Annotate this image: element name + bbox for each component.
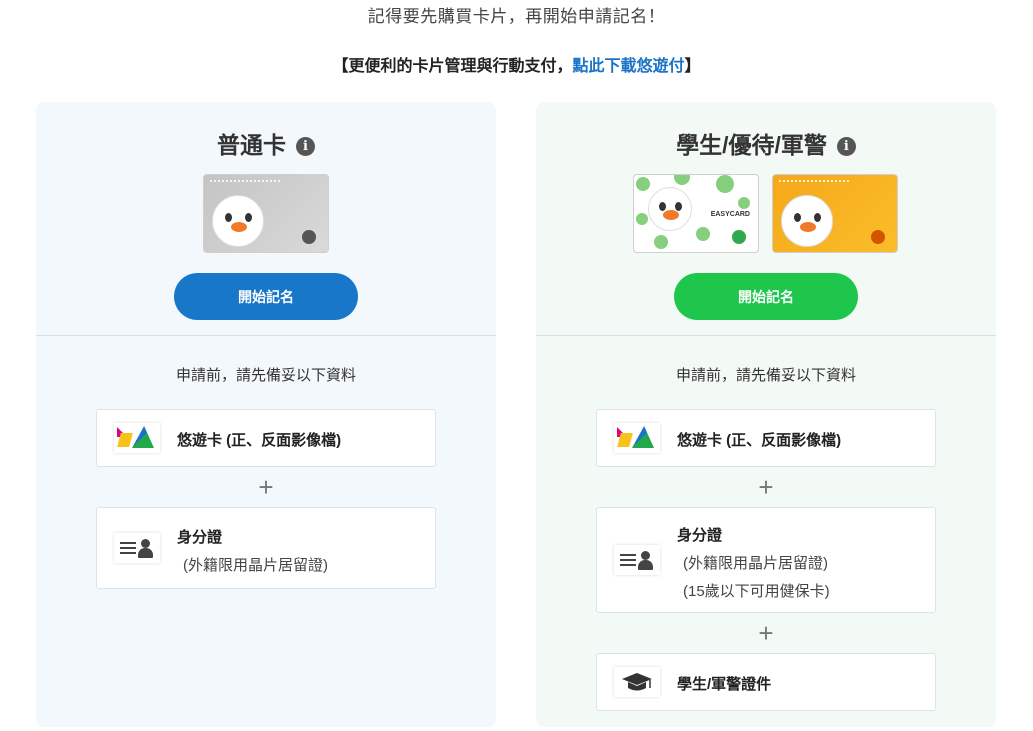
mascot-eye bbox=[225, 213, 232, 222]
logo-yellow bbox=[117, 433, 133, 447]
regular-card-image bbox=[203, 174, 329, 253]
regular-card-title: 普通卡 bbox=[217, 132, 286, 158]
prep-label: 申請前，請先備妥以下資料 bbox=[175, 367, 356, 384]
download-app-link[interactable]: 點此下載悠遊付 bbox=[572, 58, 684, 75]
card-dot bbox=[696, 227, 710, 241]
panel-header: 學生/優待/軍警 i EASYCARD 開始記名 bbox=[536, 102, 996, 336]
card-icon-strip bbox=[779, 180, 849, 188]
easycard-logo-icon bbox=[614, 423, 660, 453]
card-brand-text: EASYCARD bbox=[710, 211, 750, 218]
graduation-cap-icon bbox=[614, 667, 660, 697]
doc-student-id: 學生/軍警證件 bbox=[596, 653, 936, 711]
promo-prefix: 【更便利的卡片管理與行動支付， bbox=[332, 58, 573, 75]
top-note: 記得要先購買卡片，再開始申請記名！ bbox=[367, 7, 666, 26]
doc-sub: (15歲以下可用健保卡) bbox=[683, 583, 830, 600]
doc-title: 身分證 bbox=[177, 529, 223, 546]
student-card-panel: 學生/優待/軍警 i EASYCARD 開始記名 申請前，請先備妥以下資料 悠遊… bbox=[536, 102, 996, 727]
id-head bbox=[141, 539, 150, 548]
mascot-eye bbox=[659, 202, 666, 211]
card-dot bbox=[636, 213, 648, 225]
panel-header: 普通卡 i 開始記名 bbox=[36, 102, 496, 336]
mascot-eye bbox=[675, 202, 682, 211]
card-dot bbox=[654, 235, 668, 249]
panel-title: 普通卡 i bbox=[36, 126, 496, 160]
doc-id-card: 身分證 (外籍限用晶片居留證) (15歲以下可用健保卡) bbox=[596, 507, 936, 613]
student-card-image: EASYCARD bbox=[633, 174, 759, 253]
promo-banner: 【更便利的卡片管理與行動支付，點此下載悠遊付】 bbox=[0, 52, 1033, 76]
card-dot bbox=[738, 197, 750, 209]
doc-sub: (外籍限用晶片居留證) bbox=[683, 555, 828, 572]
mascot-image bbox=[781, 195, 833, 247]
mascot-eye bbox=[814, 213, 821, 222]
plus-icon: + bbox=[758, 472, 774, 502]
start-registration-button[interactable]: 開始記名 bbox=[674, 273, 858, 320]
mascot-beak bbox=[663, 210, 679, 220]
id-card-icon bbox=[114, 533, 160, 563]
panel-title: 學生/優待/軍警 i bbox=[536, 126, 996, 160]
concession-card-image bbox=[772, 174, 898, 253]
doc-id-card: 身分證 (外籍限用晶片居留證) bbox=[96, 507, 436, 589]
doc-easycard: 悠遊卡 (正、反面影像檔) bbox=[96, 409, 436, 467]
card-dot bbox=[716, 175, 734, 193]
mascot-image bbox=[212, 195, 264, 247]
card-dot bbox=[674, 175, 690, 185]
easycard-logo-icon bbox=[114, 423, 160, 453]
id-head bbox=[641, 551, 650, 560]
doc-title: 學生/軍警證件 bbox=[677, 676, 772, 693]
plus-icon: + bbox=[758, 618, 774, 648]
card-badge bbox=[302, 230, 316, 244]
logo-blue-green bbox=[632, 426, 654, 448]
id-lines bbox=[620, 554, 636, 566]
card-icon-strip bbox=[210, 180, 280, 188]
info-icon[interactable]: i bbox=[296, 137, 315, 156]
card-badge bbox=[732, 230, 746, 244]
info-icon[interactable]: i bbox=[836, 137, 856, 156]
doc-title: 身分證 bbox=[677, 527, 723, 544]
promo-suffix: 】 bbox=[684, 58, 701, 75]
card-badge bbox=[871, 230, 885, 244]
mascot-eye bbox=[245, 213, 252, 222]
student-card-title: 學生/優待/軍警 bbox=[676, 132, 827, 158]
doc-easycard: 悠遊卡 (正、反面影像檔) bbox=[596, 409, 936, 467]
mascot-eye bbox=[794, 213, 801, 222]
promo-text: 【更便利的卡片管理與行動支付，點此下載悠遊付】 bbox=[326, 52, 706, 76]
mascot-beak bbox=[800, 222, 816, 232]
mascot-image bbox=[648, 187, 692, 231]
start-registration-button[interactable]: 開始記名 bbox=[174, 273, 358, 320]
doc-sub: (外籍限用晶片居留證) bbox=[183, 557, 328, 574]
regular-card-panel: 普通卡 i 開始記名 申請前，請先備妥以下資料 悠遊卡 (正、反面影像檔) + bbox=[36, 102, 496, 727]
mascot-beak bbox=[231, 222, 247, 232]
id-body bbox=[138, 548, 153, 558]
id-body bbox=[638, 560, 653, 570]
id-lines bbox=[120, 542, 136, 554]
doc-title: 悠遊卡 (正、反面影像檔) bbox=[177, 432, 342, 449]
plus-icon: + bbox=[258, 472, 274, 502]
doc-title: 悠遊卡 (正、反面影像檔) bbox=[677, 432, 842, 449]
logo-blue-green bbox=[132, 426, 154, 448]
logo-yellow bbox=[617, 433, 633, 447]
id-card-icon bbox=[614, 545, 660, 575]
card-dot bbox=[636, 177, 650, 191]
graduation-cap-svg bbox=[622, 673, 652, 691]
prep-label: 申請前，請先備妥以下資料 bbox=[675, 367, 856, 384]
